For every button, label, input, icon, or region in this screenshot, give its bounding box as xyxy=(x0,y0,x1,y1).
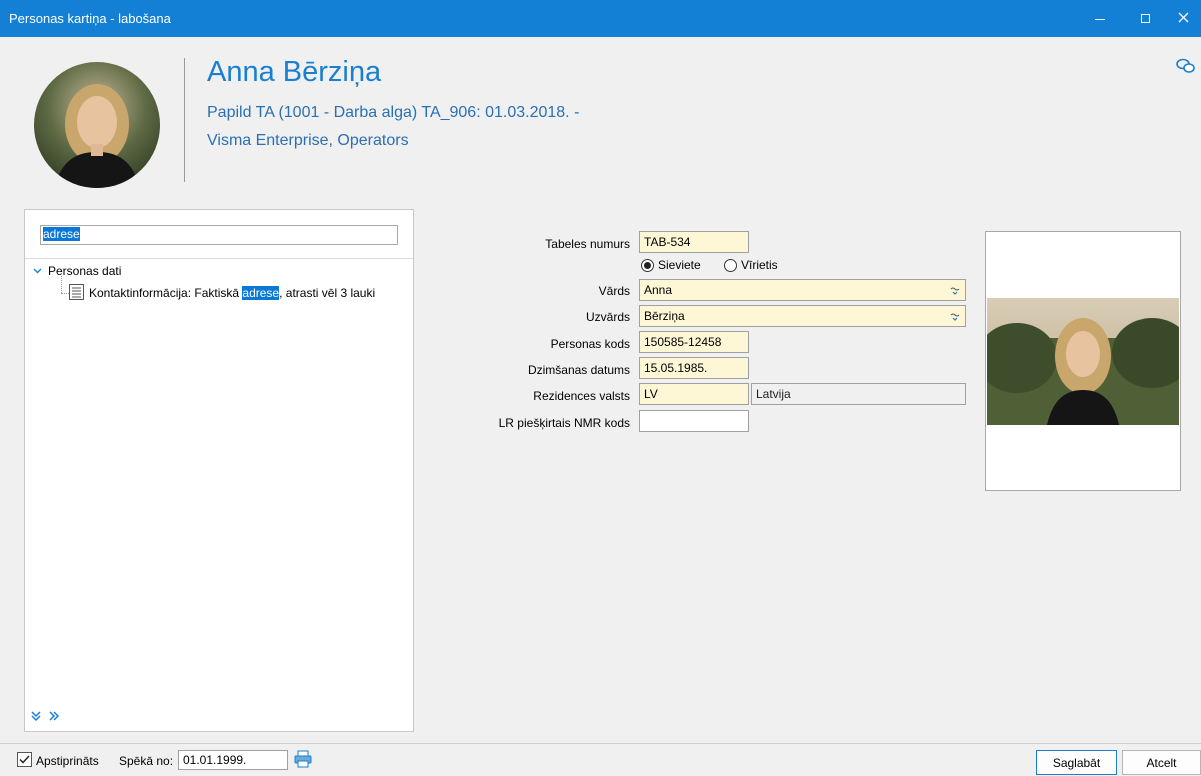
valid-from-input[interactable]: 01.01.1999. xyxy=(178,750,288,770)
avatar xyxy=(34,62,160,188)
search-match-highlight: adrese xyxy=(242,286,280,300)
uzvards-input[interactable]: Bērziņa xyxy=(639,305,966,327)
person-name: Anna Bērziņa xyxy=(207,56,382,88)
radio-label: Vīrietis xyxy=(741,258,778,272)
search-panel: adrese Personas dati Kontaktinformācija:… xyxy=(24,209,414,732)
tree-connector xyxy=(61,293,69,294)
rezidences-valsts-code-input[interactable]: LV xyxy=(639,383,749,405)
close-button[interactable] xyxy=(1163,0,1201,37)
document-list-icon xyxy=(69,283,84,303)
dzimsanas-datums-input[interactable]: 15.05.1985. xyxy=(639,357,749,379)
double-chevron-down-icon[interactable] xyxy=(30,710,42,725)
chevron-down-icon[interactable] xyxy=(33,264,42,278)
uzvards-label: Uzvārds xyxy=(585,310,630,324)
valid-from-label: Spēkā no: xyxy=(119,754,174,768)
tree-node-label: Personas dati xyxy=(48,264,122,278)
gender-radio-sieviete[interactable]: Sieviete xyxy=(641,258,701,272)
person-photo xyxy=(987,298,1179,425)
printer-icon xyxy=(293,750,313,771)
panel-nav xyxy=(30,710,60,725)
gender-radio-virietis[interactable]: Vīrietis xyxy=(724,258,778,272)
radio-label: Sieviete xyxy=(658,258,701,272)
title-bar: Personas kartiņa - labošana xyxy=(0,0,1201,37)
tree-connector xyxy=(61,276,62,293)
cancel-button[interactable]: Atcelt xyxy=(1122,750,1201,775)
maximize-button[interactable] xyxy=(1125,0,1165,37)
vards-label: Vārds xyxy=(598,284,630,298)
rezidences-valsts-label: Rezidences valsts xyxy=(533,389,630,403)
chat-bubbles-icon[interactable] xyxy=(1175,58,1197,74)
print-button[interactable] xyxy=(293,750,315,770)
panel-divider xyxy=(25,258,413,259)
dropdown-icon[interactable] xyxy=(949,284,961,296)
search-input[interactable]: adrese xyxy=(40,225,398,245)
double-chevron-right-icon[interactable] xyxy=(48,710,60,725)
tabeles-numurs-label: Tabeles numurs xyxy=(545,237,630,251)
tree-node-label: Kontaktinformācija: Faktiskā adrese, atr… xyxy=(89,286,376,300)
nmr-kods-label: LR piešķirtais NMR kods xyxy=(498,416,630,430)
maximize-icon xyxy=(1140,14,1150,23)
photo-frame[interactable] xyxy=(985,231,1181,491)
vards-input[interactable]: Anna xyxy=(639,279,966,301)
nmr-kods-input[interactable] xyxy=(639,410,749,432)
dzimsanas-datums-label: Dzimšanas datums xyxy=(527,363,630,377)
minimize-icon xyxy=(1095,17,1105,20)
tabeles-numurs-input[interactable]: TAB-534 xyxy=(639,231,749,253)
company-role: Visma Enterprise, Operators xyxy=(207,132,409,149)
approved-checkbox[interactable] xyxy=(17,752,32,767)
window-title: Personas kartiņa - labošana xyxy=(9,11,171,26)
dropdown-icon[interactable] xyxy=(949,310,961,322)
employment-info: Papild TA (1001 - Darba alga) TA_906: 01… xyxy=(207,104,580,121)
close-icon xyxy=(1178,12,1189,26)
header-divider xyxy=(184,58,185,182)
footer-divider xyxy=(0,743,1201,744)
personas-kods-label: Personas kods xyxy=(550,337,630,351)
tree-node-personas-dati[interactable]: Personas dati xyxy=(33,263,121,279)
rezidences-valsts-name: Latvija xyxy=(751,383,966,405)
save-button[interactable]: Saglabāt xyxy=(1036,750,1117,775)
tree-node-kontaktinformacija[interactable]: Kontaktinformācija: Faktiskā adrese, atr… xyxy=(69,283,376,303)
minimize-button[interactable] xyxy=(1080,0,1120,37)
approved-label: Apstiprināts xyxy=(36,754,99,768)
personas-kods-input[interactable]: 150585-12458 xyxy=(639,331,749,353)
